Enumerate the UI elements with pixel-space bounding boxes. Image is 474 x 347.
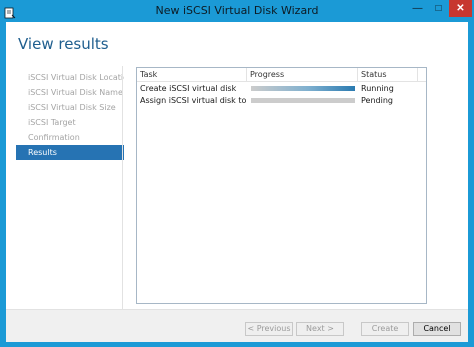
- progress-fill: [251, 86, 355, 91]
- wizard-steps-nav: iSCSI Virtual Disk Location iSCSI Virtua…: [16, 70, 124, 160]
- progress-fill: [251, 98, 355, 103]
- page-title: View results: [18, 35, 109, 53]
- table-row[interactable]: Assign iSCSI virtual disk to target Pend…: [137, 95, 426, 107]
- column-header-task[interactable]: Task: [137, 68, 247, 81]
- title-bar[interactable]: New iSCSI Virtual Disk Wizard — □ ✕: [0, 0, 474, 22]
- nav-divider: [122, 66, 123, 316]
- cancel-button[interactable]: Cancel: [413, 322, 461, 336]
- minimize-button[interactable]: —: [407, 0, 428, 17]
- button-bar: < Previous Next > Create Cancel: [6, 310, 468, 342]
- create-button[interactable]: Create: [361, 322, 409, 336]
- wizard-content: View results iSCSI Virtual Disk Location…: [6, 22, 468, 342]
- grid-header: Task Progress Status: [137, 68, 426, 82]
- step-virtual-disk-location: iSCSI Virtual Disk Location: [28, 73, 124, 82]
- close-button[interactable]: ✕: [449, 0, 472, 17]
- step-iscsi-target: iSCSI Target: [28, 118, 76, 127]
- progress-bar: [251, 86, 355, 91]
- maximize-button[interactable]: □: [428, 0, 449, 17]
- column-header-progress[interactable]: Progress: [247, 68, 358, 81]
- task-name: Assign iSCSI virtual disk to target: [140, 96, 248, 105]
- progress-bar: [251, 98, 355, 103]
- column-header-status[interactable]: Status: [358, 68, 418, 81]
- next-button[interactable]: Next >: [296, 322, 344, 336]
- previous-button[interactable]: < Previous: [245, 322, 293, 336]
- table-row[interactable]: Create iSCSI virtual disk Running: [137, 83, 426, 95]
- task-status: Running: [361, 84, 394, 93]
- task-status: Pending: [361, 96, 393, 105]
- results-grid[interactable]: Task Progress Status Create iSCSI virtua…: [136, 67, 427, 304]
- wizard-window: New iSCSI Virtual Disk Wizard — □ ✕ View…: [0, 0, 474, 347]
- step-confirmation: Confirmation: [28, 133, 80, 142]
- step-results[interactable]: Results: [16, 145, 124, 160]
- task-name: Create iSCSI virtual disk: [140, 84, 237, 93]
- window-title: New iSCSI Virtual Disk Wizard: [155, 4, 319, 17]
- step-virtual-disk-size: iSCSI Virtual Disk Size: [28, 103, 116, 112]
- step-virtual-disk-name: iSCSI Virtual Disk Name: [28, 88, 123, 97]
